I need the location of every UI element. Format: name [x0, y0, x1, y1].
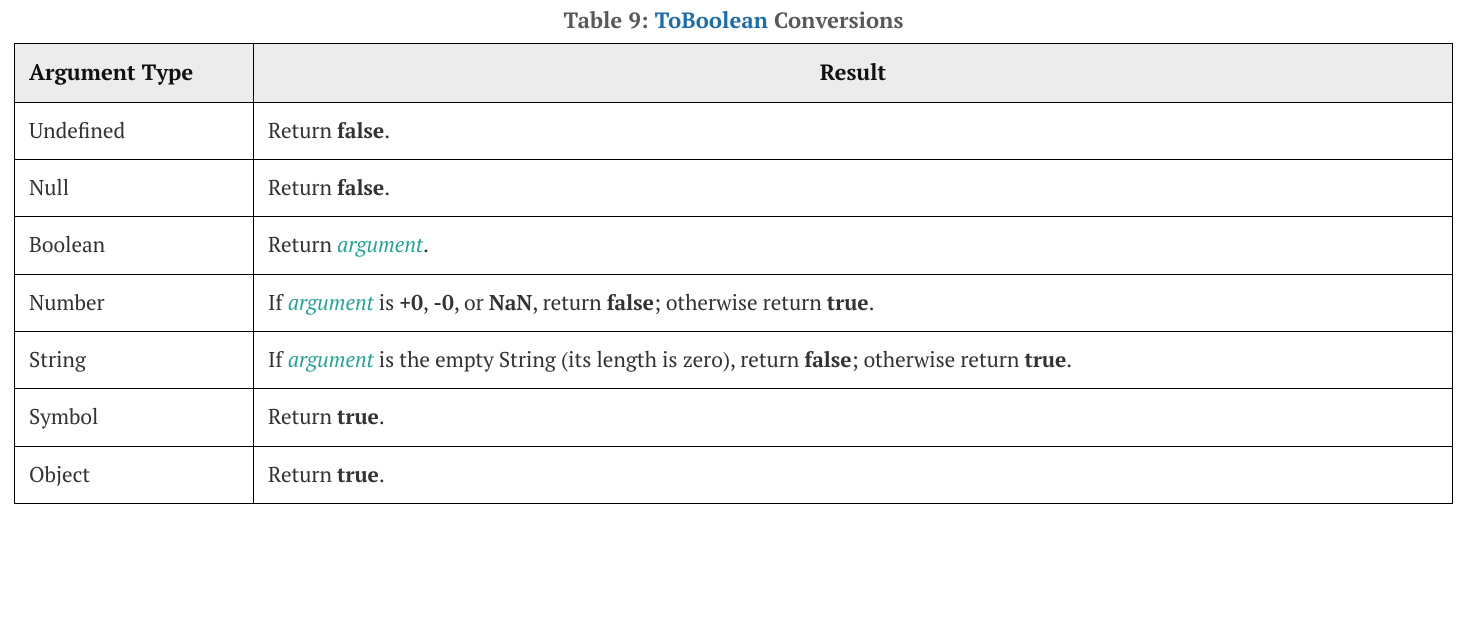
- argument-variable: argument: [288, 289, 374, 317]
- col-result: Result: [254, 44, 1453, 103]
- result-cell: Return true.: [254, 446, 1453, 503]
- text-segment: is the empty String (its length is zero)…: [374, 346, 805, 374]
- result-cell: Return true.: [254, 389, 1453, 446]
- value-literal: true: [337, 461, 379, 489]
- result-cell: Return argument.: [254, 217, 1453, 274]
- argument-type-cell: Undefined: [15, 102, 254, 159]
- table-row: StringIf argument is the empty String (i…: [15, 332, 1453, 389]
- argument-type-cell: Symbol: [15, 389, 254, 446]
- table-row: UndefinedReturn false.: [15, 102, 1453, 159]
- text-segment: .: [379, 461, 385, 489]
- caption-suffix: Conversions: [768, 6, 904, 35]
- text-segment: If: [268, 346, 288, 374]
- caption-prefix: Table 9:: [564, 6, 655, 35]
- value-literal: true: [1024, 346, 1066, 374]
- value-literal: true: [827, 289, 869, 317]
- col-argument-type: Argument Type: [15, 44, 254, 103]
- value-literal: false: [804, 346, 851, 374]
- table-row: BooleanReturn argument.: [15, 217, 1453, 274]
- text-segment: is: [374, 289, 400, 317]
- text-segment: ; otherwise return: [852, 346, 1025, 374]
- result-cell: If argument is +0, -0, or NaN, return fa…: [254, 274, 1453, 331]
- table-body: UndefinedReturn false.NullReturn false.B…: [15, 102, 1453, 503]
- table-row: ObjectReturn true.: [15, 446, 1453, 503]
- text-segment: If: [268, 289, 288, 317]
- caption-operation-link[interactable]: ToBoolean: [655, 6, 768, 35]
- result-cell: Return false.: [254, 102, 1453, 159]
- argument-variable: argument: [288, 346, 374, 374]
- table-row: SymbolReturn true.: [15, 389, 1453, 446]
- text-segment: .: [384, 117, 390, 145]
- toboolean-table: Argument Type Result UndefinedReturn fal…: [14, 43, 1453, 504]
- argument-type-cell: Null: [15, 160, 254, 217]
- result-cell: Return false.: [254, 160, 1453, 217]
- argument-type-cell: Object: [15, 446, 254, 503]
- table-row: NumberIf argument is +0, -0, or NaN, ret…: [15, 274, 1453, 331]
- argument-type-cell: Number: [15, 274, 254, 331]
- text-segment: Return: [268, 117, 337, 145]
- argument-variable: argument: [337, 231, 423, 259]
- text-segment: ; otherwise return: [654, 289, 827, 317]
- value-literal: false: [337, 117, 384, 145]
- table-header-row: Argument Type Result: [15, 44, 1453, 103]
- text-segment: .: [869, 289, 875, 317]
- result-cell: If argument is the empty String (its len…: [254, 332, 1453, 389]
- text-segment: Return: [268, 174, 337, 202]
- argument-type-cell: String: [15, 332, 254, 389]
- value-literal: true: [337, 403, 379, 431]
- argument-type-cell: Boolean: [15, 217, 254, 274]
- text-segment: .: [384, 174, 390, 202]
- text-segment: , or: [454, 289, 489, 317]
- value-literal: false: [337, 174, 384, 202]
- table-row: NullReturn false.: [15, 160, 1453, 217]
- value-literal: -0: [433, 289, 454, 317]
- text-segment: .: [379, 403, 385, 431]
- text-segment: .: [423, 231, 429, 259]
- value-literal: false: [607, 289, 654, 317]
- text-segment: .: [1066, 346, 1072, 374]
- value-literal: +0: [399, 289, 423, 317]
- text-segment: Return: [268, 461, 337, 489]
- text-segment: Return: [268, 403, 337, 431]
- table-caption: Table 9: ToBoolean Conversions: [14, 6, 1453, 35]
- value-literal: NaN: [489, 289, 533, 317]
- text-segment: ,: [423, 289, 433, 317]
- text-segment: , return: [532, 289, 606, 317]
- text-segment: Return: [268, 231, 337, 259]
